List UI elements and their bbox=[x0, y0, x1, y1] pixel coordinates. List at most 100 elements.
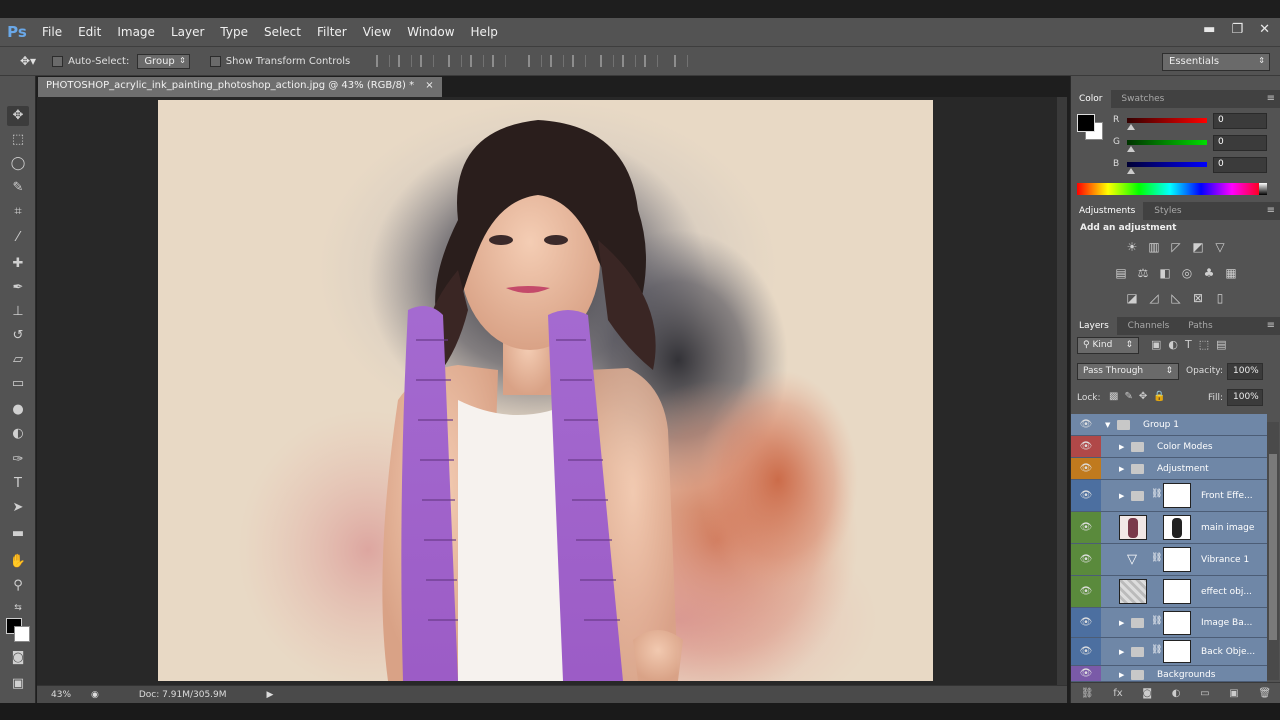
layer-mask-thumbnail[interactable] bbox=[1163, 611, 1191, 635]
layer-row-effect-objects[interactable]: 👁 effect obj... bbox=[1071, 576, 1267, 608]
layer-row-adjustment[interactable]: 👁 ▶ Adjustment bbox=[1071, 458, 1267, 480]
zoom-tool-icon[interactable]: ⚲ bbox=[7, 576, 29, 596]
history-brush-tool-icon[interactable]: ↺ bbox=[7, 326, 29, 346]
delete-layer-icon[interactable]: 🗑 bbox=[1258, 688, 1271, 699]
fg-color-chip[interactable] bbox=[1077, 114, 1095, 132]
quick-select-tool-icon[interactable]: ✎ bbox=[7, 178, 29, 198]
align-top-icon[interactable] bbox=[376, 55, 391, 67]
curves-icon[interactable]: ◸ bbox=[1168, 240, 1184, 254]
brightness-contrast-icon[interactable]: ☀ bbox=[1124, 240, 1140, 254]
selective-color-icon[interactable]: ⊠ bbox=[1190, 291, 1206, 305]
type-tool-icon[interactable]: T bbox=[7, 474, 29, 494]
blend-mode-dropdown[interactable]: Pass Through ⇕ bbox=[1077, 363, 1179, 380]
tab-adjustments[interactable]: Adjustments bbox=[1071, 202, 1144, 220]
panel-menu-icon[interactable]: ≡ bbox=[1267, 320, 1275, 331]
hand-tool-icon[interactable]: ✋ bbox=[7, 552, 29, 572]
layer-thumbnail[interactable] bbox=[1119, 515, 1147, 540]
auto-select-checkbox[interactable] bbox=[52, 55, 64, 67]
bw-ramp[interactable] bbox=[1259, 183, 1267, 195]
menu-edit[interactable]: Edit bbox=[70, 25, 109, 39]
vibrance-icon[interactable]: ▽ bbox=[1212, 240, 1228, 254]
gradient-tool-icon[interactable]: ▭ bbox=[7, 374, 29, 394]
dodge-tool-icon[interactable]: ◐ bbox=[7, 424, 29, 444]
fill-input[interactable]: 100% bbox=[1227, 389, 1263, 406]
expand-arrow-icon[interactable]: ▶ bbox=[1119, 648, 1124, 656]
channel-value[interactable]: 0 bbox=[1213, 113, 1267, 129]
menu-layer[interactable]: Layer bbox=[163, 25, 212, 39]
layer-filter-dropdown[interactable]: ⚲ Kind ⇕ bbox=[1077, 337, 1139, 354]
brush-tool-icon[interactable]: ✒ bbox=[7, 278, 29, 298]
slider-thumb[interactable] bbox=[1127, 146, 1135, 152]
distribute-bottom-icon[interactable] bbox=[572, 55, 587, 67]
slider-track[interactable] bbox=[1127, 162, 1207, 167]
align-bottom-icon[interactable] bbox=[420, 55, 435, 67]
visibility-eye-icon[interactable]: 👁 bbox=[1071, 414, 1101, 435]
auto-select-dropdown[interactable]: Group bbox=[137, 53, 190, 69]
new-layer-icon[interactable]: ▣ bbox=[1229, 688, 1238, 699]
slider-track[interactable] bbox=[1127, 140, 1207, 145]
visibility-eye-icon[interactable]: 👁 bbox=[1071, 512, 1101, 543]
menu-filter[interactable]: Filter bbox=[309, 25, 355, 39]
filter-smart-object-icon[interactable]: ▤ bbox=[1216, 338, 1233, 351]
screen-mode-icon[interactable]: ▣ bbox=[7, 674, 29, 694]
layer-mask-thumbnail[interactable] bbox=[1163, 515, 1191, 540]
menu-image[interactable]: Image bbox=[109, 25, 163, 39]
lock-transparent-icon[interactable]: ▩ bbox=[1109, 391, 1124, 402]
expand-arrow-icon[interactable]: ▶ bbox=[1119, 465, 1124, 473]
expand-arrow-icon[interactable]: ▶ bbox=[1119, 443, 1124, 451]
tab-color[interactable]: Color bbox=[1071, 90, 1111, 108]
menu-view[interactable]: View bbox=[355, 25, 399, 39]
add-mask-icon[interactable]: ◙ bbox=[1142, 688, 1152, 699]
invert-icon[interactable]: ◪ bbox=[1124, 291, 1140, 305]
layer-mask-thumbnail[interactable] bbox=[1163, 640, 1191, 663]
tab-paths[interactable]: Paths bbox=[1180, 317, 1220, 335]
collapse-arrow-icon[interactable]: ▼ bbox=[1105, 421, 1110, 429]
exposure-icon[interactable]: ◩ bbox=[1190, 240, 1206, 254]
visibility-eye-icon[interactable]: 👁 bbox=[1071, 576, 1101, 607]
layer-thumbnail[interactable] bbox=[1119, 579, 1147, 604]
hue-saturation-icon[interactable]: ▤ bbox=[1113, 266, 1129, 280]
filter-shape-icon[interactable]: ⬚ bbox=[1199, 338, 1216, 351]
gradient-map-icon[interactable]: ▯ bbox=[1212, 291, 1228, 305]
layer-row-color-modes[interactable]: 👁 ▶ Color Modes bbox=[1071, 436, 1267, 458]
color-spectrum[interactable] bbox=[1077, 183, 1263, 195]
new-group-icon[interactable]: ▭ bbox=[1200, 688, 1209, 699]
blur-tool-icon[interactable]: ● bbox=[7, 400, 29, 420]
channel-value[interactable]: 0 bbox=[1213, 135, 1267, 151]
layer-row-back-objects[interactable]: 👁 ▶ ⛓ Back Obje... bbox=[1071, 638, 1267, 666]
align-hcenter-icon[interactable] bbox=[470, 55, 485, 67]
tab-layers[interactable]: Layers bbox=[1071, 317, 1117, 335]
opacity-input[interactable]: 100% bbox=[1227, 363, 1263, 380]
photo-filter-icon[interactable]: ◎ bbox=[1179, 266, 1195, 280]
visibility-eye-icon[interactable]: 👁 bbox=[1071, 458, 1101, 479]
healing-brush-tool-icon[interactable]: ✚ bbox=[7, 254, 29, 274]
move-tool-icon[interactable]: ✥ bbox=[7, 106, 29, 126]
quick-mask-icon[interactable]: ◙ bbox=[7, 648, 29, 668]
menu-type[interactable]: Type bbox=[212, 25, 256, 39]
lock-all-icon[interactable]: 🔒 bbox=[1153, 391, 1171, 402]
layer-row-group-1[interactable]: 👁 ▼ Group 1 bbox=[1071, 414, 1267, 436]
link-layers-icon[interactable]: ⛓ bbox=[1081, 688, 1094, 699]
color-lookup-icon[interactable]: ▦ bbox=[1223, 266, 1239, 280]
new-adjustment-icon[interactable]: ◐ bbox=[1172, 688, 1181, 699]
layer-mask-thumbnail[interactable] bbox=[1163, 483, 1191, 508]
distribute-vcenter-icon[interactable] bbox=[550, 55, 565, 67]
tab-channels[interactable]: Channels bbox=[1120, 317, 1178, 335]
color-balance-icon[interactable]: ⚖ bbox=[1135, 266, 1151, 280]
menu-help[interactable]: Help bbox=[463, 25, 506, 39]
posterize-icon[interactable]: ◿ bbox=[1146, 291, 1162, 305]
layer-mask-thumbnail[interactable] bbox=[1163, 547, 1191, 572]
canvas-vertical-scrollbar[interactable] bbox=[1057, 97, 1067, 685]
marquee-tool-icon[interactable]: ⬚ bbox=[7, 130, 29, 150]
status-menu-arrow-icon[interactable]: ▶ bbox=[267, 690, 274, 700]
layers-scrollbar-thumb[interactable] bbox=[1269, 454, 1277, 640]
pen-tool-icon[interactable]: ✑ bbox=[7, 450, 29, 470]
workspace-dropdown[interactable]: Essentials bbox=[1162, 53, 1270, 71]
clone-stamp-tool-icon[interactable]: ⊥ bbox=[7, 302, 29, 322]
canvas-area[interactable] bbox=[37, 97, 1067, 685]
slider-thumb[interactable] bbox=[1127, 124, 1135, 130]
swap-colors-icon[interactable]: ⇆ bbox=[7, 598, 29, 618]
distribute-hcenter-icon[interactable] bbox=[622, 55, 637, 67]
distribute-left-icon[interactable] bbox=[600, 55, 615, 67]
layer-row-front-effects[interactable]: 👁 ▶ ⛓ Front Effe... bbox=[1071, 480, 1267, 512]
